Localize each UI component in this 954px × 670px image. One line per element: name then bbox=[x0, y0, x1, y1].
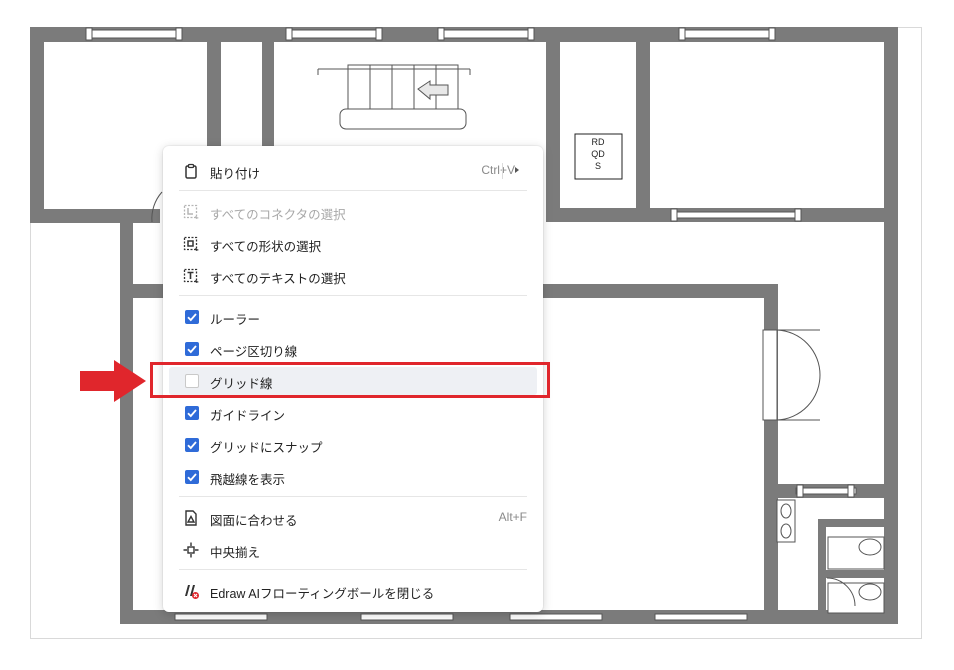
checkbox-checked[interactable] bbox=[185, 310, 199, 324]
menu-item-guidelines[interactable]: ガイドライン bbox=[169, 399, 537, 427]
menu-item-label: グリッドにスナップ bbox=[210, 441, 323, 455]
divider bbox=[179, 496, 527, 497]
svg-text:QD: QD bbox=[591, 149, 605, 159]
checkbox-checked[interactable] bbox=[185, 342, 199, 356]
menu-item-page-breaks[interactable]: ページ区切り線 bbox=[169, 335, 537, 363]
submenu-arrow-icon[interactable] bbox=[515, 167, 519, 173]
shortcut-label: Alt+F bbox=[498, 510, 527, 524]
menu-item-ruler[interactable]: ルーラー bbox=[169, 303, 537, 331]
checkbox-checked[interactable] bbox=[185, 406, 199, 420]
divider bbox=[179, 190, 527, 191]
menu-item-center[interactable]: 中央揃え bbox=[169, 536, 537, 564]
menu-item-label: すべてのコネクタの選択 bbox=[210, 208, 346, 222]
select-connectors-icon bbox=[182, 203, 200, 221]
center-align-icon bbox=[182, 541, 200, 559]
menu-item-label: 飛越線を表示 bbox=[210, 473, 286, 487]
red-arrow-icon bbox=[80, 360, 146, 402]
checkbox-checked[interactable] bbox=[185, 470, 199, 484]
menu-item-paste[interactable]: 貼り付け Ctrl+V bbox=[169, 157, 537, 185]
menu-item-snap-to-grid[interactable]: グリッドにスナップ bbox=[169, 431, 537, 459]
select-text-icon bbox=[182, 267, 200, 285]
checkbox-checked[interactable] bbox=[185, 438, 199, 452]
select-shapes-icon bbox=[182, 235, 200, 253]
menu-item-label: ガイドライン bbox=[210, 409, 286, 423]
menu-item-select-all-shapes[interactable]: すべての形状の選択 bbox=[169, 230, 537, 258]
svg-text:RD: RD bbox=[592, 137, 605, 147]
highlight-annotation-box bbox=[150, 362, 550, 398]
shortcut-label: Ctrl+V bbox=[481, 163, 515, 177]
menu-item-label: ページ区切り線 bbox=[210, 345, 298, 359]
menu-item-label: Edraw AIフローティングボールを閉じる bbox=[210, 587, 435, 601]
menu-item-show-jump-lines[interactable]: 飛越線を表示 bbox=[169, 463, 537, 491]
svg-text:S: S bbox=[595, 161, 601, 171]
menu-item-label: 図面に合わせる bbox=[210, 514, 298, 528]
menu-item-label: 中央揃え bbox=[210, 546, 261, 560]
fit-to-drawing-icon bbox=[182, 509, 200, 527]
menu-item-select-all-connectors[interactable]: すべてのコネクタの選択 bbox=[169, 198, 537, 226]
menu-item-fit-to-drawing[interactable]: 図面に合わせる Alt+F bbox=[169, 504, 537, 532]
menu-item-label: 貼り付け bbox=[210, 167, 261, 181]
divider bbox=[179, 569, 527, 570]
menu-item-select-all-text[interactable]: すべてのテキストの選択 bbox=[169, 262, 537, 290]
divider bbox=[502, 163, 503, 179]
menu-item-label: すべてのテキストの選択 bbox=[210, 272, 346, 286]
edraw-ai-icon bbox=[182, 582, 200, 600]
menu-item-label: すべての形状の選択 bbox=[210, 240, 322, 254]
menu-item-label: ルーラー bbox=[210, 313, 261, 327]
divider bbox=[179, 295, 527, 296]
clipboard-icon bbox=[182, 162, 200, 180]
menu-item-close-edraw-ai-ball[interactable]: Edraw AIフローティングボールを閉じる bbox=[169, 577, 537, 605]
